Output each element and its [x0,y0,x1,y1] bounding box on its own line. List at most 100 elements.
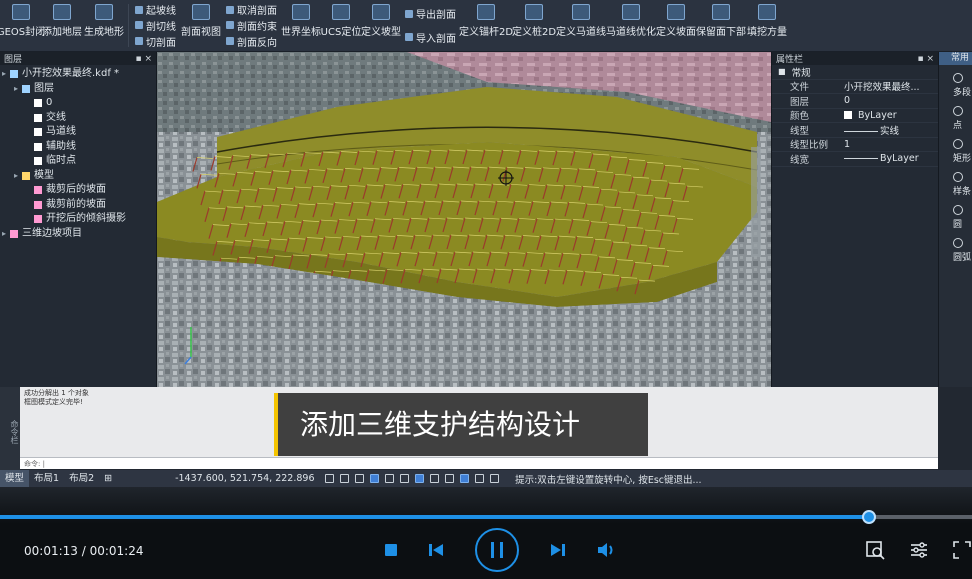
define-slope-face-button[interactable]: 定义坡面 [656,0,696,51]
keep-lower-face-button[interactable]: 保留面下部 [696,0,746,51]
grid-icon[interactable] [325,474,335,483]
fullscreen-toggle-icon[interactable] [490,474,500,483]
linetype-sample [844,130,878,132]
properties-pin-close-icon[interactable]: ▪ × [917,54,934,64]
cut-fill-volume-button[interactable]: 填挖方量 [746,0,788,51]
section-reverse-icon [226,37,234,46]
cut-line-button[interactable]: 剖切线 [135,18,176,33]
palette-tab[interactable]: 常用 [939,52,972,65]
layer-tree-item[interactable]: 0 [0,96,156,111]
layer-tree-item[interactable]: ▸ 模型 [0,169,156,184]
palette-tool[interactable]: 点 [939,106,972,131]
define-pile-2d-button[interactable]: 定义桩2D [512,0,556,51]
layer-color-icon [34,215,42,224]
prop-row-file[interactable]: 文件 小开挖效果最终... [772,80,938,94]
layer-color-icon [22,171,30,180]
generate-terrain-button[interactable]: 生成地形 [82,0,126,51]
layer-tree-item[interactable]: 裁剪后的坡面 [0,183,156,198]
expand-icon[interactable]: ▸ [2,227,10,242]
layer-color-icon [34,128,42,137]
next-button[interactable] [549,542,567,558]
expand-icon[interactable]: ▸ [14,82,22,97]
layer-tree-item[interactable]: 马道线 [0,125,156,140]
section-reverse-button[interactable]: 剖面反向 [226,34,277,49]
settings-button[interactable] [908,539,930,561]
palette-tool[interactable]: 样条 [939,172,972,197]
pause-button[interactable] [475,528,519,572]
properties-section-general[interactable]: ■ 常规 [772,65,938,80]
prop-row-color[interactable]: 颜色 ByLayer [772,109,938,123]
fullscreen-button[interactable] [952,539,972,561]
tab-layout2[interactable]: 布局2 [64,470,99,487]
cancel-section-button[interactable]: 取消剖面 [226,2,277,17]
volume-button[interactable] [596,541,618,559]
isolate-icon[interactable] [475,474,485,483]
prop-row-linescale[interactable]: 线型比例 1 [772,138,938,152]
section-view-button[interactable]: 剖面视图 [180,0,222,51]
prop-row-lineweight[interactable]: 线宽 ByLayer [772,152,938,167]
define-slope-type-button[interactable]: 定义坡型 [361,0,401,51]
palette-tool[interactable]: 多段 [939,73,972,98]
import-section-button[interactable]: 导入剖面 [405,30,456,45]
progress-knob[interactable] [861,510,876,524]
screenshot-button[interactable] [864,539,886,561]
prop-row-layer[interactable]: 图层 0 [772,94,938,109]
palette-tool[interactable]: 圆弧 [939,238,972,263]
panel-pin-close-icon[interactable]: ▪ × [135,54,152,64]
layer-tree-item[interactable]: ▸ 小开挖效果最终.kdf * [0,67,156,82]
layer-tree-item[interactable]: ▸ 三维边坡项目 [0,227,156,242]
layer-tree-label: 裁剪后的坡面 [46,184,106,195]
previous-icon [429,544,443,556]
command-input[interactable]: 命令: | [20,457,938,469]
layer-tree-label: 交线 [46,111,66,123]
expand-icon[interactable]: ▸ [14,169,22,184]
layer-tree-item[interactable]: 裁剪前的坡面 [0,198,156,213]
world-coords-button[interactable]: 世界坐标 [281,0,321,51]
layer-tree-item[interactable]: 辅助线 [0,140,156,155]
draw-tool-icon [953,73,963,83]
section-constraint-button[interactable]: 剖面约束 [226,18,277,33]
polar-icon[interactable] [355,474,365,483]
berm-optimize-button[interactable]: 马道线优化 [606,0,656,51]
palette-tool[interactable]: 圆 [939,205,972,230]
otrack-icon[interactable] [385,474,395,483]
layer-tree-item[interactable]: 交线 [0,111,156,126]
layer-tree-label: 裁剪前的坡面 [46,198,106,210]
ortho-icon[interactable] [340,474,350,483]
osnap-icon[interactable] [370,474,380,483]
prop-row-linetype[interactable]: 线型 实线 [772,123,938,138]
slope-line-button[interactable]: 起坡线 [135,2,176,17]
define-anchor-2d-button[interactable]: 定义锚杆2D [459,0,513,51]
sliders-icon [911,542,927,558]
layer-tree-label: 0 [46,97,53,108]
settings-icon[interactable] [445,474,455,483]
layer-tree-item[interactable]: ▸ 图层 [0,82,156,97]
previous-button[interactable] [427,542,445,558]
add-layer-icon [53,4,71,20]
3d-viewport[interactable] [157,52,771,387]
draw-tool-icon [953,139,963,149]
workspace-icon[interactable] [460,474,470,483]
status-hint: 提示:双击左键设置旋转中心, 按Esc键退出... [515,474,702,486]
expand-icon[interactable]: ▸ [2,67,10,82]
layer-tree: ▸ 小开挖效果最终.kdf * ▸ 图层 0 交线马道线 辅助线 临时点 ▸ 模型 裁剪后的坡面 裁剪… [0,65,156,241]
geos-close-button[interactable]: GEOS封闭 [0,0,45,51]
dynamic-input-icon[interactable] [415,474,425,483]
ucs-locate-button[interactable]: UCS定位 [321,0,361,51]
annotation-icon[interactable] [430,474,440,483]
viewport-scrollbar[interactable] [751,147,761,257]
palette-tool[interactable]: 矩形 [939,139,972,164]
add-layer-button[interactable]: 添加地层 [42,0,82,51]
lineweight-icon[interactable] [400,474,410,483]
layer-tree-item[interactable]: 开挖后的倾斜摄影 [0,212,156,227]
layer-tree-item[interactable]: 临时点 [0,154,156,169]
volume-icon [758,4,776,20]
tab-layout1[interactable]: 布局1 [29,470,64,487]
tab-model[interactable]: 模型 [0,470,30,487]
export-section-button[interactable]: 导出剖面 [405,6,456,21]
define-berm-line-button[interactable]: 定义马道线 [556,0,606,51]
layer-color-icon [34,113,42,122]
stop-button[interactable] [384,543,398,557]
cut-section-button[interactable]: 切剖面 [135,34,176,49]
add-layout-button[interactable]: ⊞ [99,470,117,487]
